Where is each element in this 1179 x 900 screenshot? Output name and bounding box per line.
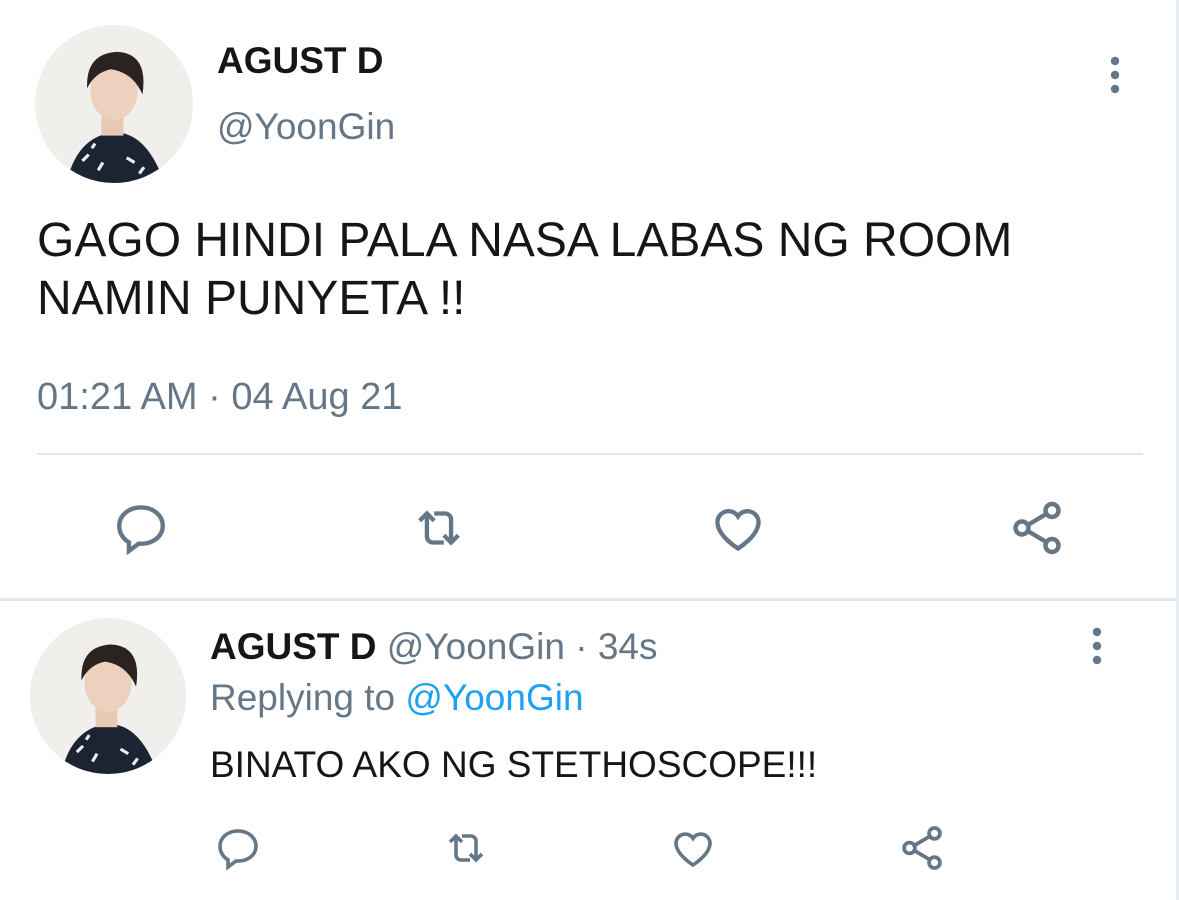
- reply-display-name[interactable]: AGUST D: [210, 626, 377, 667]
- main-share-button[interactable]: [1004, 495, 1070, 561]
- main-reply-button[interactable]: [108, 495, 174, 561]
- reply-handle[interactable]: @YoonGin: [387, 626, 565, 667]
- retweet-icon: [448, 833, 484, 863]
- like-icon: [715, 509, 761, 552]
- reply-tweet-text: BINATO AKO NG STETHOSCOPE!!!: [210, 744, 818, 785]
- like-icon: [674, 832, 712, 868]
- more-vertical-icon: [1092, 627, 1102, 665]
- main-timestamp[interactable]: 01:21 AM · 04 Aug 21: [37, 376, 403, 419]
- main-tweet-text: GAGO HINDI PALA NASA LABAS NG ROOM NAMIN…: [37, 212, 1012, 328]
- main-retweet-button[interactable]: [406, 495, 472, 561]
- reply-like-button[interactable]: [667, 822, 719, 874]
- reply-more-button[interactable]: [1082, 626, 1112, 666]
- main-tweet-text-line2: NAMIN PUNYETA !!: [37, 272, 466, 325]
- more-vertical-icon: [1110, 56, 1120, 94]
- main-tweet-text-line1: GAGO HINDI PALA NASA LABAS NG ROOM: [37, 214, 1013, 267]
- replying-to: Replying to @YoonGin: [210, 677, 584, 719]
- main-handle[interactable]: @YoonGin: [217, 106, 395, 148]
- main-more-button[interactable]: [1100, 55, 1130, 95]
- share-icon: [1013, 501, 1061, 555]
- profile-photo-icon: [30, 618, 186, 774]
- replying-to-handle[interactable]: @YoonGin: [405, 677, 583, 718]
- profile-photo-icon: [35, 25, 193, 183]
- main-avatar[interactable]: [35, 25, 193, 183]
- share-icon: [902, 826, 942, 870]
- reply-reply-button[interactable]: [212, 822, 264, 874]
- reply-icon: [117, 505, 165, 556]
- main-display-name[interactable]: AGUST D: [217, 40, 384, 82]
- reply-age[interactable]: 34s: [598, 626, 658, 667]
- main-like-button[interactable]: [705, 495, 771, 561]
- retweet-icon: [418, 510, 460, 546]
- section-divider: [0, 598, 1179, 601]
- reply-header: AGUST D @YoonGin · 34s: [210, 626, 657, 668]
- reply-icon: [218, 829, 258, 871]
- main-divider: [37, 453, 1143, 455]
- reply-share-button[interactable]: [896, 822, 948, 874]
- reply-retweet-button[interactable]: [440, 822, 492, 874]
- reply-separator: ·: [575, 626, 588, 667]
- reply-avatar[interactable]: [30, 618, 186, 774]
- replying-to-label: Replying to: [210, 677, 396, 718]
